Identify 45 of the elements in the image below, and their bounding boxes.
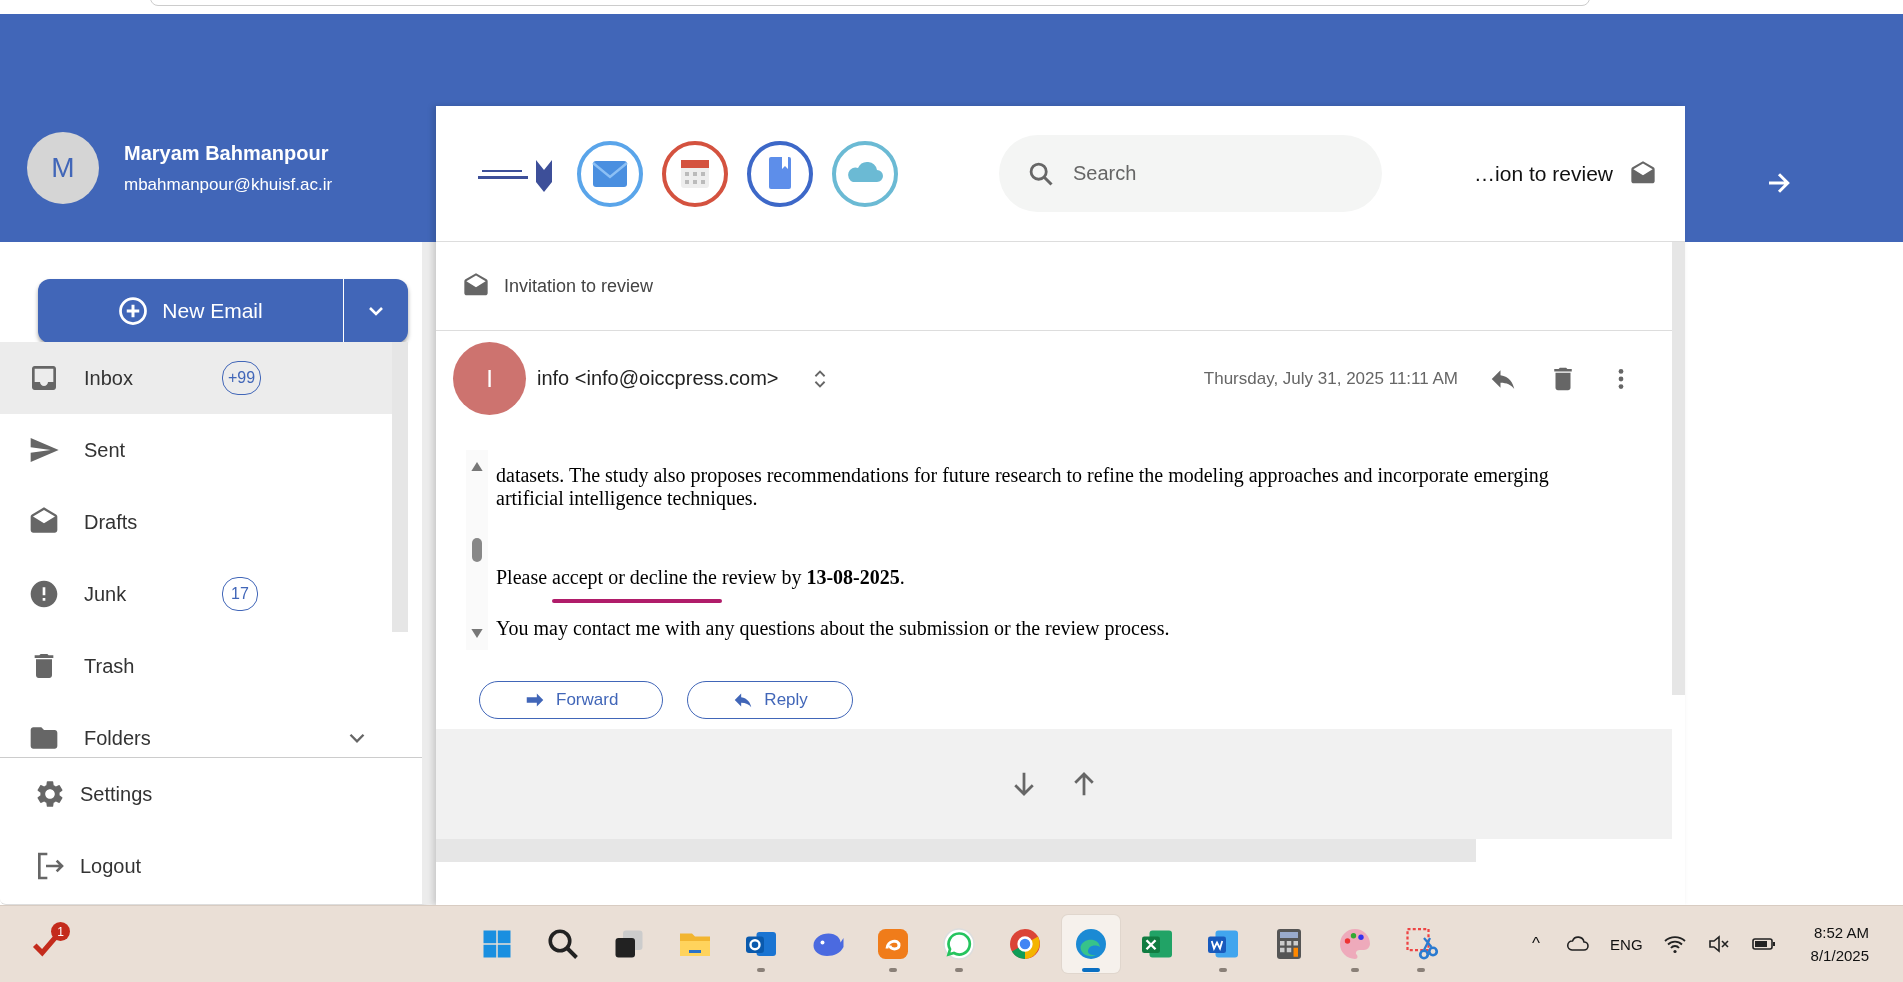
swirl-tile-icon [875, 926, 911, 962]
folder-item[interactable]: Trash [0, 630, 392, 702]
folder-item[interactable]: Junk 17 [0, 558, 392, 630]
settings-link[interactable]: Settings [0, 758, 422, 830]
body-paragraph: Please accept or decline the review by 13-08-2025. [496, 566, 906, 589]
palette-icon [1337, 926, 1373, 962]
clock-date: 8/1/2025 [1810, 947, 1869, 964]
logout-link[interactable]: Logout [0, 830, 422, 902]
show-hidden-icons-button[interactable]: ^ [1526, 933, 1547, 955]
email-subject: Invitation to review [504, 275, 654, 297]
search-field[interactable]: Search [999, 135, 1382, 212]
email-date: Thursday, July 31, 2025 11:11 AM [1203, 368, 1458, 389]
user-name: Maryam Bahmanpour [124, 141, 330, 165]
plus-circle-icon [118, 296, 149, 326]
folder-item[interactable]: Sent [0, 414, 392, 486]
round-logo-icon [1007, 926, 1043, 962]
sender-address: info <info@oiccpress.com> [537, 367, 779, 390]
chat-bubble-icon [941, 926, 977, 962]
folder-item[interactable]: Drafts [0, 486, 392, 558]
sender-avatar: I [453, 342, 526, 415]
reply-button[interactable]: Reply [687, 681, 853, 719]
folder-item[interactable]: Inbox +99 [0, 342, 392, 414]
notification-badge: 1 [51, 922, 70, 941]
scrollbar[interactable] [466, 450, 488, 650]
scroll-down-icon [471, 629, 483, 638]
user-avatar: M [27, 132, 99, 204]
open-message-title: …ion to review [1474, 161, 1613, 186]
scissors-icon [1403, 926, 1439, 962]
scroll-thumb[interactable] [472, 538, 482, 562]
wave-logo-icon [1073, 926, 1109, 962]
search-input[interactable]: Search [1071, 161, 1355, 186]
body-paragraph: datasets. The study also proposes recommendations for future research to refine the modeling approaches and incorporate emerging artificial intelligence techniques. [496, 464, 1550, 510]
forward-button[interactable]: Forward [479, 681, 664, 719]
envelope-icon[interactable] [576, 139, 644, 208]
notebook-icon[interactable] [746, 139, 814, 208]
clock-time: 8:52 AM [1813, 924, 1869, 941]
scroll-up-icon [471, 462, 483, 471]
body-paragraph: You may contact me with any questions about the submission or the review process. [496, 617, 1171, 640]
clock-button[interactable]: 8:52 AM 8/1/2025 [1804, 923, 1875, 965]
count-badge: +99 [222, 361, 262, 395]
user-email: mbahmanpour@khuisf.ac.ir [124, 174, 333, 195]
calendar-icon[interactable] [661, 139, 729, 208]
folder-item[interactable]: Folders [0, 702, 392, 757]
count-badge: 17 [222, 577, 258, 611]
language-indicator[interactable]: ENG [1610, 935, 1643, 953]
